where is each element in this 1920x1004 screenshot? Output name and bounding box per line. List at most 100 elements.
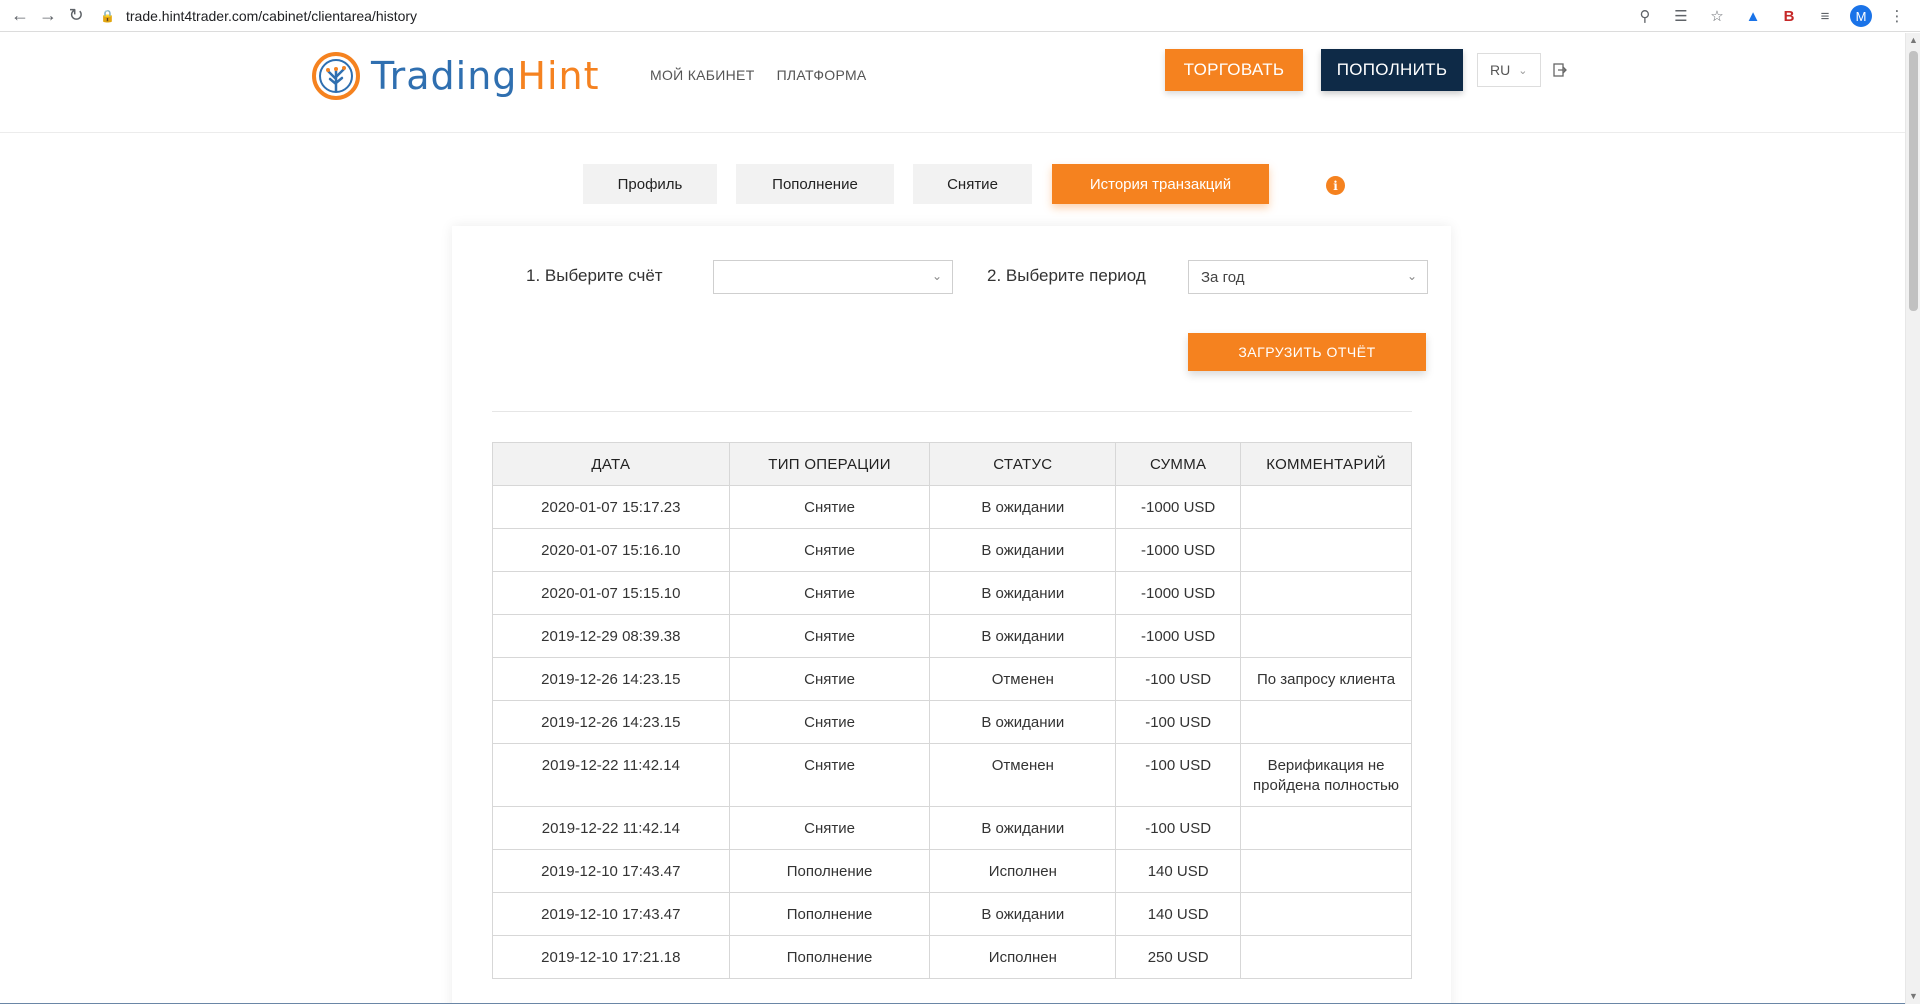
- cell-type: Снятие: [728, 614, 931, 658]
- table-row: 2020-01-07 15:15.10 Снятие В ожидании -1000…: [492, 571, 1412, 615]
- trade-button[interactable]: ТОРГОВАТЬ: [1165, 49, 1303, 91]
- table-row: 2019-12-26 14:23.15 Снятие В ожидании -100 …: [492, 700, 1412, 744]
- header-date[interactable]: ДАТА: [492, 442, 730, 486]
- reading-list-icon[interactable]: ≡: [1814, 5, 1836, 27]
- cell-status: Отменен: [929, 657, 1117, 701]
- cell-date: 2019-12-22 11:42.14: [492, 743, 730, 807]
- chevron-down-icon: ⌄: [931, 269, 942, 283]
- table-row: 2019-12-22 11:42.14 Снятие В ожидании -100 …: [492, 806, 1412, 850]
- cell-sum: -1000 USD: [1115, 485, 1242, 529]
- scrollbar-thumb[interactable]: [1909, 51, 1918, 311]
- deposit-button[interactable]: ПОПОЛНИТЬ: [1321, 49, 1463, 91]
- account-tabs: Профиль Пополнение Снятие История транза…: [0, 164, 1905, 204]
- cell-type: Пополнение: [728, 849, 931, 893]
- cell-sum: -1000 USD: [1115, 528, 1242, 572]
- back-icon[interactable]: ←: [6, 2, 34, 30]
- scroll-down-icon[interactable]: ▼: [1906, 989, 1920, 1004]
- table-row: 2019-12-10 17:21.18 Пополнение Исполнен 250…: [492, 935, 1412, 979]
- cell-status: Отменен: [929, 743, 1117, 807]
- forward-icon[interactable]: →: [34, 2, 62, 30]
- period-select[interactable]: За год ⌄: [1188, 260, 1428, 294]
- header-sum[interactable]: СУММА: [1115, 442, 1242, 486]
- account-select[interactable]: ⌄: [713, 260, 953, 294]
- cell-sum: -100 USD: [1115, 700, 1242, 744]
- tab-deposit[interactable]: Пополнение: [736, 164, 894, 204]
- transactions-table: ДАТА ТИП ОПЕРАЦИИ СТАТУС СУММА КОММЕНТАР…: [492, 442, 1412, 979]
- table-header-row: ДАТА ТИП ОПЕРАЦИИ СТАТУС СУММА КОММЕНТАР…: [492, 442, 1412, 486]
- logo-text: TradingHint: [371, 54, 600, 98]
- key-icon[interactable]: ⚲: [1634, 5, 1656, 27]
- site-header: TradingHint МОЙ КАБИНЕТ ПЛАТФОРМА ТОРГОВ…: [0, 33, 1905, 133]
- cell-date: 2020-01-07 15:17.23: [492, 485, 730, 529]
- chevron-down-icon: ⌄: [1406, 269, 1417, 283]
- table-row: 2020-01-07 15:17.23 Снятие В ожидании -1000…: [492, 485, 1412, 529]
- browser-toolbar: ← → ↻ 🔒 trade.hint4trader.com/cabinet/cl…: [0, 0, 1920, 32]
- cell-comment: [1240, 528, 1412, 572]
- main-nav: МОЙ КАБИНЕТ ПЛАТФОРМА: [650, 67, 867, 83]
- nav-my-cabinet[interactable]: МОЙ КАБИНЕТ: [650, 67, 755, 83]
- cell-type: Снятие: [728, 700, 931, 744]
- cell-type: Снятие: [728, 743, 931, 807]
- header-comment[interactable]: КОММЕНТАРИЙ: [1240, 442, 1412, 486]
- table-row: 2019-12-29 08:39.38 Снятие В ожидании -1000…: [492, 614, 1412, 658]
- download-report-button[interactable]: ЗАГРУЗИТЬ ОТЧЁТ: [1188, 333, 1426, 371]
- cell-type: Снятие: [728, 571, 931, 615]
- page-scrollbar[interactable]: ▲ ▼: [1905, 33, 1920, 1004]
- cell-date: 2019-12-10 17:43.47: [492, 849, 730, 893]
- url-text: trade.hint4trader.com/cabinet/clientarea…: [126, 7, 418, 24]
- table-row: 2019-12-10 17:43.47 Пополнение В ожидании 1…: [492, 892, 1412, 936]
- address-bar[interactable]: 🔒 trade.hint4trader.com/cabinet/clientar…: [100, 3, 1610, 29]
- cell-type: Снятие: [728, 485, 931, 529]
- cell-sum: -1000 USD: [1115, 614, 1242, 658]
- table-row: 2019-12-26 14:23.15 Снятие Отменен -100 USD…: [492, 657, 1412, 701]
- language-select[interactable]: RU ⌄: [1477, 53, 1541, 87]
- cell-status: В ожидании: [929, 892, 1117, 936]
- history-card: 1. Выберите счёт ⌄ 2. Выберите период За…: [452, 226, 1451, 1004]
- profile-avatar[interactable]: M: [1850, 5, 1872, 27]
- cell-type: Снятие: [728, 657, 931, 701]
- logo-tree-icon: [312, 52, 360, 100]
- cell-status: В ожидании: [929, 614, 1117, 658]
- cell-type: Снятие: [728, 806, 931, 850]
- star-icon[interactable]: ☆: [1706, 5, 1728, 27]
- cell-sum: -100 USD: [1115, 743, 1242, 807]
- header-status[interactable]: СТАТУС: [929, 442, 1117, 486]
- cell-date: 2019-12-29 08:39.38: [492, 614, 730, 658]
- cell-type: Пополнение: [728, 892, 931, 936]
- bookmark-icon[interactable]: B: [1778, 5, 1800, 27]
- cell-date: 2019-12-26 14:23.15: [492, 700, 730, 744]
- divider: [492, 411, 1412, 412]
- account-label: 1. Выберите счёт: [526, 266, 663, 285]
- scroll-up-icon[interactable]: ▲: [1906, 33, 1920, 48]
- extension-icon[interactable]: ▲: [1742, 5, 1764, 27]
- language-value: RU: [1490, 62, 1511, 78]
- info-icon[interactable]: i: [1326, 176, 1345, 195]
- header-type[interactable]: ТИП ОПЕРАЦИИ: [728, 442, 931, 486]
- cell-comment: Верификация не пройдена полностью: [1240, 743, 1412, 807]
- period-label: 2. Выберите период: [987, 266, 1146, 285]
- cell-comment: [1240, 614, 1412, 658]
- cell-sum: 140 USD: [1115, 892, 1242, 936]
- tab-transaction-history[interactable]: История транзакций: [1052, 164, 1269, 204]
- logout-icon[interactable]: [1551, 61, 1569, 79]
- cell-comment: [1240, 806, 1412, 850]
- cell-comment: [1240, 849, 1412, 893]
- cell-sum: -100 USD: [1115, 657, 1242, 701]
- cell-sum: 250 USD: [1115, 935, 1242, 979]
- logo[interactable]: TradingHint: [311, 51, 600, 101]
- page-viewport: TradingHint МОЙ КАБИНЕТ ПЛАТФОРМА ТОРГОВ…: [0, 33, 1905, 1004]
- cell-date: 2019-12-26 14:23.15: [492, 657, 730, 701]
- cell-status: Исполнен: [929, 849, 1117, 893]
- cell-type: Снятие: [728, 528, 931, 572]
- cell-status: В ожидании: [929, 700, 1117, 744]
- table-row: 2019-12-22 11:42.14 Снятие Отменен -100 USD…: [492, 743, 1412, 807]
- cell-comment: [1240, 892, 1412, 936]
- tab-withdraw[interactable]: Снятие: [913, 164, 1032, 204]
- nav-platform[interactable]: ПЛАТФОРМА: [777, 67, 867, 83]
- tab-profile[interactable]: Профиль: [583, 164, 717, 204]
- cell-sum: 140 USD: [1115, 849, 1242, 893]
- reload-icon[interactable]: ↻: [62, 2, 90, 30]
- cell-status: В ожидании: [929, 571, 1117, 615]
- translate-icon[interactable]: ☰: [1670, 5, 1692, 27]
- menu-icon[interactable]: ⋮: [1886, 5, 1908, 27]
